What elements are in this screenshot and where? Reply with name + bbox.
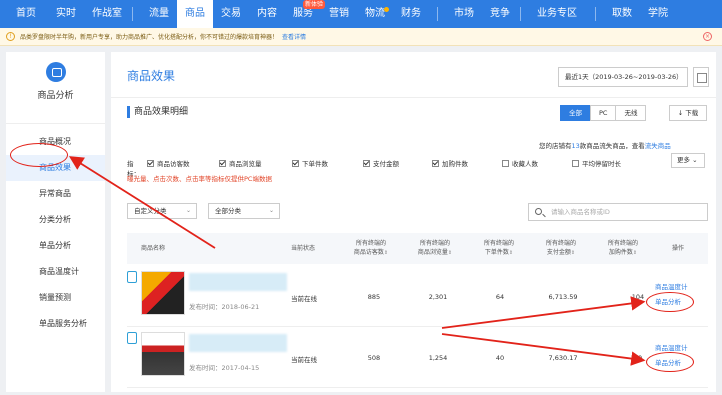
annotation-arrows bbox=[68, 156, 646, 366]
annotation-arrow bbox=[441, 333, 646, 366]
annotation-arrow bbox=[441, 296, 646, 329]
annotation-arrow bbox=[68, 156, 216, 249]
